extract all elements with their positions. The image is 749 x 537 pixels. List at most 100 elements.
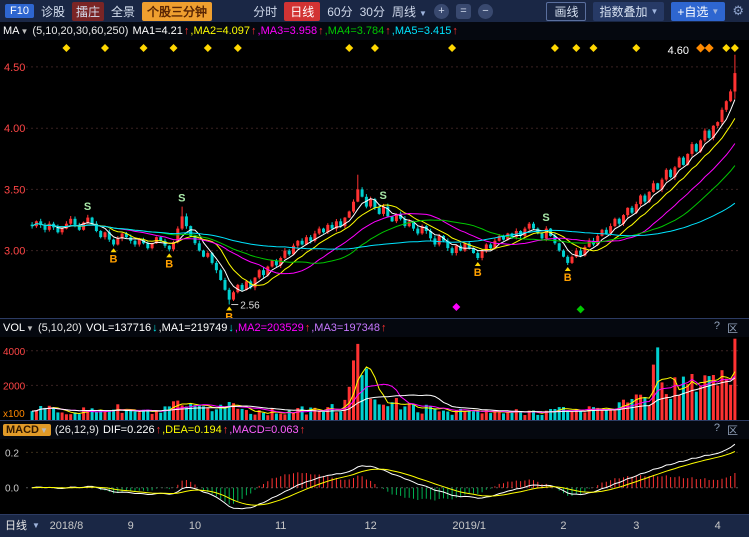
svg-text:2.56: 2.56 [240,301,260,312]
indicator-params: (26,12,9) [55,424,99,436]
indicator-params: (5,10,20) [38,322,82,334]
macd-indicator-selector[interactable]: MACD▼ [3,424,51,436]
candlestick-chart[interactable]: 4.504.003.503.00SBBSBSBSB2.564.60 [0,40,749,318]
svg-text:S: S [84,201,91,213]
f10-button[interactable]: F10 [5,4,34,18]
chevron-down-icon: ▼ [419,9,427,18]
help-icon[interactable]: ? [714,422,720,438]
panel-controls: ? 区 [714,320,746,336]
panel-controls: ? 区 [714,422,746,438]
svg-text:4.50: 4.50 [4,62,25,74]
leizhuang-button[interactable]: 擂庄 [72,2,104,21]
indicator-value: DIF=0.226 [103,424,155,436]
up-arrow-icon: ↑ [156,424,162,436]
vol-indicator-selector[interactable]: VOL▼ [3,322,34,334]
up-arrow-icon: ↑ [300,424,306,436]
settings-gear-icon[interactable]: ⚙ [732,3,744,19]
chevron-down-icon: ▼ [650,7,658,16]
x-axis-label: 2018/8 [50,515,84,537]
svg-text:S: S [542,212,549,224]
zone-icon[interactable]: 区 [727,422,738,438]
x-axis-label: 12 [365,515,377,537]
x-axis-bar: 日线▼ 2018/8 9 10 11 12 2019/1 2 3 4 [0,514,749,537]
up-arrow-icon: ↑ [452,25,458,37]
up-arrow-icon: ↑ [385,25,391,37]
index-overlay-label: 指数叠加 [599,3,647,20]
macd-indicator-bar: MACD▼ (26,12,9) DIF=0.226↑,DEA=0.194↑,MA… [0,421,749,439]
top-toolbar: F10 诊股 擂庄 全景 个股三分钟 分时 日线 60分 30分 周线▼ + =… [0,0,749,22]
index-overlay-button[interactable]: 指数叠加▼ [593,2,664,21]
svg-text:B: B [474,267,482,279]
indicator-name: MA [3,25,20,37]
down-arrow-icon: ↓ [228,322,234,334]
chevron-down-icon: ▼ [40,426,48,435]
svg-text:3.00: 3.00 [4,246,25,258]
x-axis-label: 4 [715,515,721,537]
stock-3min-button[interactable]: 个股三分钟 [142,2,212,21]
period-dropdown[interactable]: 日线▼ [5,515,40,537]
indicator-params: (5,10,20,30,60,250) [32,25,128,37]
svg-text:2000: 2000 [3,381,26,392]
indicator-value: ,MA5=3.415 [392,25,452,37]
x-axis-label: 3 [633,515,639,537]
x-axis-label: 2019/1 [452,515,486,537]
svg-text:S: S [380,190,387,202]
svg-text:3.50: 3.50 [4,184,25,196]
draw-line-button[interactable]: 画线 [546,2,586,21]
indicator-value: ,MACD=0.063 [229,424,298,436]
tab-timeshare[interactable]: 分时 [253,3,277,20]
macd-chart[interactable]: 0.2 0.0 [0,439,749,514]
indicator-value: ,MA3=3.958 [258,25,318,37]
help-icon[interactable]: ? [714,320,720,336]
up-arrow-icon: ↑ [318,25,324,37]
zoom-reset-button[interactable]: = [456,4,471,19]
panorama-button[interactable]: 全景 [111,3,135,20]
indicator-value: ,MA1=219749 [159,322,228,334]
indicator-value: ,DEA=0.194 [162,424,222,436]
x-axis-label: 10 [189,515,201,537]
macd-readout-values: DIF=0.226↑,DEA=0.194↑,MACD=0.063↑ [103,424,306,436]
x-axis-label: 11 [275,515,286,537]
chevron-down-icon: ▼ [21,27,29,36]
volume-chart[interactable]: 40002000x100 [0,337,749,420]
svg-text:B: B [564,272,572,284]
zoom-out-button[interactable]: − [478,4,493,19]
indicator-value: ,MA2=4.097 [190,25,250,37]
up-arrow-icon: ↑ [381,322,387,334]
indicator-value: ,MA2=203529 [235,322,304,334]
zoom-in-button[interactable]: + [434,4,449,19]
svg-text:B: B [110,253,118,265]
svg-text:4.60: 4.60 [668,45,689,57]
up-arrow-icon: ↑ [184,25,190,37]
svg-text:B: B [165,258,173,270]
chevron-down-icon: ▼ [711,7,719,16]
svg-text:S: S [178,193,185,205]
ma-indicator-bar: MA▼ (5,10,20,30,60,250) MA1=4.21↑,MA2=4.… [0,22,749,40]
indicator-value: MA1=4.21 [132,25,182,37]
ma-readout-values: MA1=4.21↑,MA2=4.097↑,MA3=3.958↑,MA4=3.78… [132,25,458,37]
x-axis-label: 2 [560,515,566,537]
x-axis-label: 9 [128,515,134,537]
volume-panel: VOL▼ (5,10,20) VOL=137716↓,MA1=219749↓,M… [0,318,749,420]
add-watchlist-label: +自选 [677,3,708,20]
tab-weekly-label: 周线 [392,5,416,19]
svg-text:0.0: 0.0 [5,484,19,495]
zone-icon[interactable]: 区 [727,320,738,336]
tab-60min[interactable]: 60分 [327,3,352,20]
chevron-down-icon: ▼ [26,324,34,333]
add-watchlist-button[interactable]: +自选▼ [671,2,725,21]
svg-text:0.2: 0.2 [5,448,19,459]
chevron-down-icon: ▼ [32,515,40,537]
tab-weekly[interactable]: 周线▼ [392,3,427,20]
svg-text:4000: 4000 [3,347,26,358]
tab-daily[interactable]: 日线 [284,2,320,21]
ma-indicator-selector[interactable]: MA▼ [3,25,28,37]
vol-readout-values: VOL=137716↓,MA1=219749↓,MA2=203529↑,MA3=… [86,322,388,334]
period-label: 日线 [5,515,27,537]
diagnose-stock-button[interactable]: 诊股 [41,3,65,20]
indicator-name: VOL [3,322,25,334]
main-chart-panel: MA▼ (5,10,20,30,60,250) MA1=4.21↑,MA2=4.… [0,22,749,318]
macd-panel: MACD▼ (26,12,9) DIF=0.226↑,DEA=0.194↑,MA… [0,420,749,514]
up-arrow-icon: ↑ [305,322,311,334]
tab-30min[interactable]: 30分 [360,3,385,20]
